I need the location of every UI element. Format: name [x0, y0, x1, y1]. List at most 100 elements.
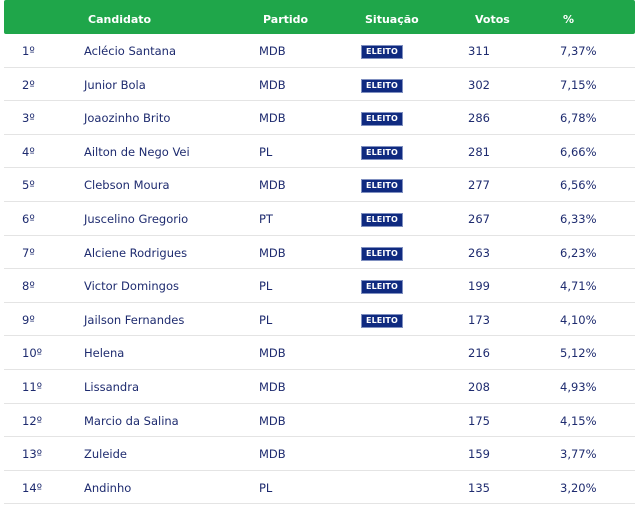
votes: 281 — [468, 144, 490, 159]
candidate-name: Marcio da Salina — [84, 413, 179, 428]
row-position: 2º — [22, 77, 35, 92]
vote-percent: 4,10% — [560, 312, 597, 327]
party: MDB — [259, 44, 286, 58]
header-situacao: Situação — [365, 13, 419, 26]
table-row: 1º Aclécio Santana MDB 311 7,37% ELEITO — [4, 34, 635, 68]
party: MDB — [259, 379, 286, 394]
row-position: 11º — [22, 379, 43, 394]
candidate-name: Junior Bola — [84, 77, 146, 92]
row-position: 12º — [22, 413, 43, 428]
vote-percent: 7,37% — [560, 44, 597, 58]
table-header: Candidato Partido Situação Votos % — [4, 0, 635, 34]
table-row: 7º Alciene Rodrigues MDB 263 6,23% ELEITO — [4, 236, 635, 270]
votes: 263 — [468, 245, 490, 260]
vote-percent: 3,20% — [560, 480, 597, 495]
row-position: 14º — [22, 480, 43, 495]
status-badge: ELEITO — [361, 212, 403, 227]
table-row: 10º Helena MDB 216 5,12% — [4, 336, 635, 370]
votes: 208 — [468, 379, 490, 394]
vote-percent: 4,93% — [560, 379, 597, 394]
candidate-name: Joaozinho Brito — [84, 111, 171, 126]
row-position: 6º — [22, 211, 35, 226]
party: MDB — [259, 346, 286, 361]
party: PL — [259, 144, 273, 159]
candidate-name: Victor Domingos — [84, 279, 179, 294]
vote-percent: 7,15% — [560, 77, 597, 92]
vote-percent: 3,77% — [560, 447, 597, 462]
header-candidato: Candidato — [88, 13, 152, 26]
votes: 286 — [468, 111, 490, 126]
votes: 311 — [468, 44, 490, 58]
status-badge: ELEITO — [361, 280, 403, 295]
status-badge: ELEITO — [361, 45, 403, 59]
vote-percent: 6,33% — [560, 211, 597, 226]
table-row: 6º Juscelino Gregorio PT 267 6,33% ELEITO — [4, 202, 635, 236]
party: MDB — [259, 447, 286, 462]
party: PL — [259, 480, 273, 495]
row-position: 4º — [22, 144, 35, 159]
table-row: 5º Clebson Moura MDB 277 6,56% ELEITO — [4, 168, 635, 202]
votes: 216 — [468, 346, 490, 361]
table-row: 4º Ailton de Nego Vei PL 281 6,66% ELEITO — [4, 135, 635, 169]
votes: 173 — [468, 312, 490, 327]
status-badge: ELEITO — [361, 246, 403, 261]
status-badge: ELEITO — [361, 78, 403, 93]
row-position: 13º — [22, 447, 43, 462]
votes: 159 — [468, 447, 490, 462]
candidate-name: Lissandra — [84, 379, 139, 394]
results-table: Candidato Partido Situação Votos % 1º Acl… — [4, 0, 635, 505]
party: PL — [259, 312, 273, 327]
votes: 302 — [468, 77, 490, 92]
candidate-name: Juscelino Gregorio — [84, 211, 189, 226]
party: MDB — [259, 178, 286, 193]
status-badge: ELEITO — [361, 145, 403, 160]
table-row: 11º Lissandra MDB 208 4,93% — [4, 370, 635, 404]
row-position: 1º — [22, 44, 35, 58]
candidate-name: Andinho — [84, 480, 132, 495]
table-row: 8º Victor Domingos PL 199 4,71% ELEITO — [4, 269, 635, 303]
table-body: 1º Aclécio Santana MDB 311 7,37% ELEITO 2º Juni… — [4, 34, 635, 505]
status-badge: ELEITO — [361, 313, 403, 328]
row-position: 5º — [22, 178, 35, 193]
table-row: 14º Andinho PL 135 3,20% — [4, 471, 635, 505]
vote-percent: 4,71% — [560, 279, 597, 294]
header-percent: % — [563, 13, 575, 26]
status-badge: ELEITO — [361, 179, 403, 194]
vote-percent: 6,66% — [560, 144, 597, 159]
table-row: 12º Marcio da Salina MDB 175 4,15% — [4, 404, 635, 438]
candidate-name: Jailson Fernandes — [84, 312, 185, 327]
table-row: 2º Junior Bola MDB 302 7,15% ELEITO — [4, 68, 635, 102]
table-row: 9º Jailson Fernandes PL 173 4,10% ELEITO — [4, 303, 635, 337]
votes: 267 — [468, 211, 490, 226]
candidate-name: Alciene Rodrigues — [84, 245, 188, 260]
votes: 175 — [468, 413, 490, 428]
party: PL — [259, 279, 273, 294]
candidate-name: Ailton de Nego Vei — [84, 144, 190, 159]
vote-percent: 4,15% — [560, 413, 597, 428]
candidate-name: Zuleide — [84, 447, 128, 462]
table-row: 3º Joaozinho Brito MDB 286 6,78% ELEITO — [4, 101, 635, 135]
table-row: 13º Zuleide MDB 159 3,77% — [4, 437, 635, 471]
votes: 135 — [468, 480, 490, 495]
row-position: 3º — [22, 111, 35, 126]
vote-percent: 6,56% — [560, 178, 597, 193]
vote-percent: 6,78% — [560, 111, 597, 126]
vote-percent: 5,12% — [560, 346, 597, 361]
candidate-name: Clebson Moura — [84, 178, 170, 193]
party: MDB — [259, 245, 286, 260]
row-position: 7º — [22, 245, 35, 260]
votes: 277 — [468, 178, 490, 193]
row-position: 10º — [22, 346, 43, 361]
header-votos: Votos — [475, 13, 510, 26]
header-partido: Partido — [263, 13, 309, 26]
party: MDB — [259, 77, 286, 92]
candidate-name: Aclécio Santana — [84, 44, 176, 58]
vote-percent: 6,23% — [560, 245, 597, 260]
party: MDB — [259, 413, 286, 428]
row-position: 9º — [22, 312, 35, 327]
party: MDB — [259, 111, 286, 126]
row-position: 8º — [22, 279, 35, 294]
votes: 199 — [468, 279, 490, 294]
status-badge: ELEITO — [361, 112, 403, 127]
party: PT — [259, 211, 273, 226]
